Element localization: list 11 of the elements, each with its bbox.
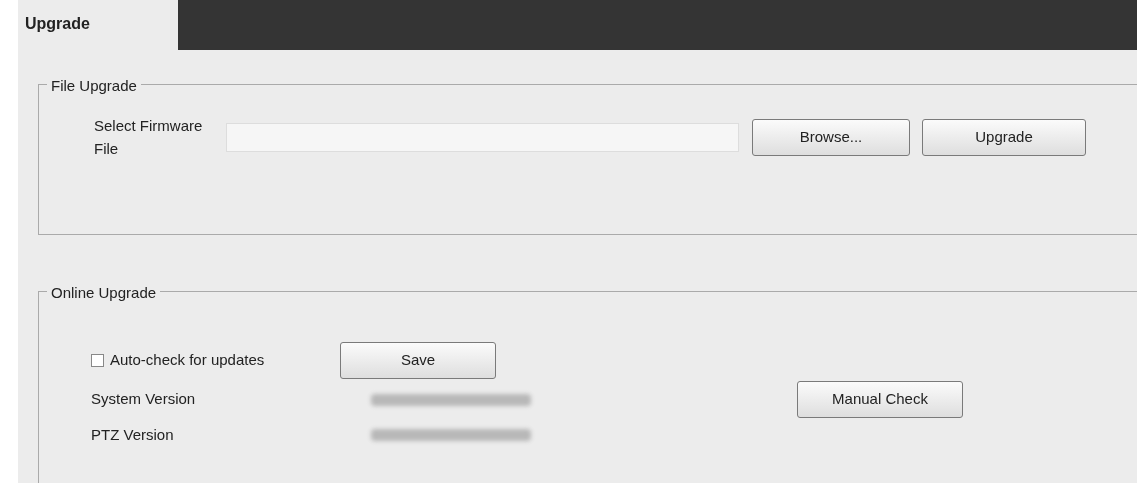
save-button[interactable]: Save	[340, 342, 496, 379]
field-label: Select Firmware File	[94, 116, 204, 159]
field-label: System Version	[91, 389, 197, 410]
checkbox[interactable]	[91, 354, 104, 367]
tab[interactable]: Upgrade	[18, 0, 178, 50]
field-label: PTZ Version	[91, 425, 175, 445]
file-path-field[interactable]	[226, 123, 739, 152]
manual-check-button[interactable]: Manual Check	[797, 381, 963, 418]
browse-button[interactable]: Browse...	[752, 119, 910, 156]
upgrade-button[interactable]: Upgrade	[922, 119, 1086, 156]
checkbox-label: Auto-check for updates	[110, 350, 266, 371]
